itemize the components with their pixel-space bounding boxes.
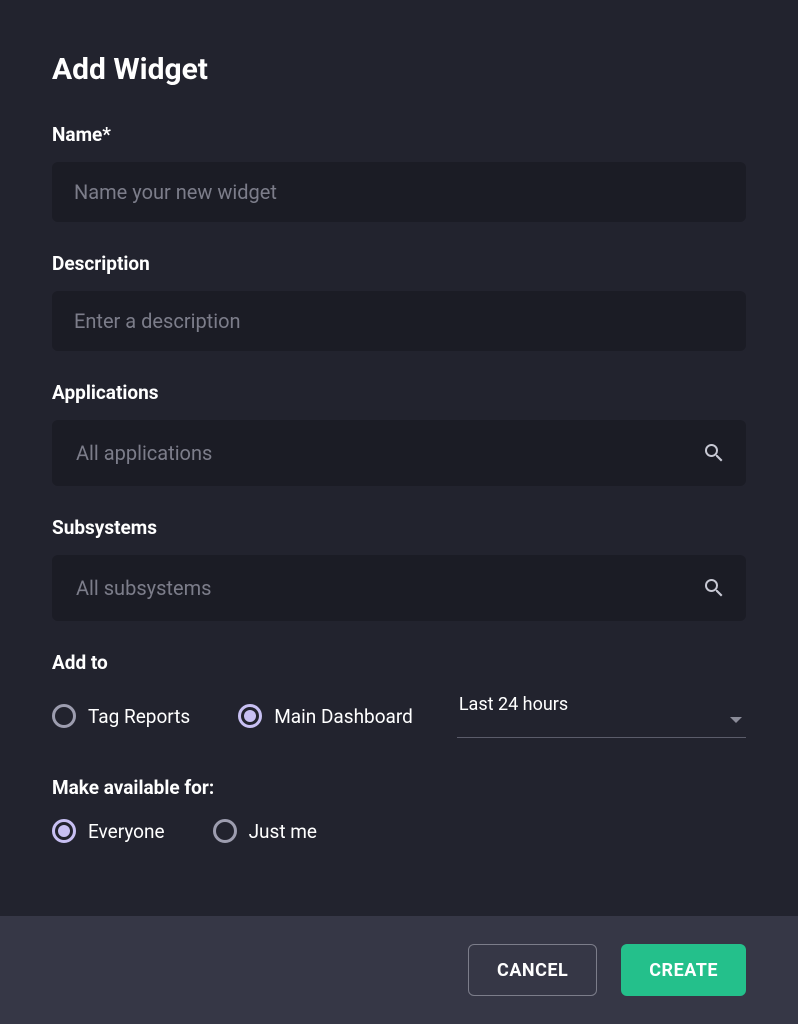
description-field: Description [52,252,746,351]
timeframe-select[interactable]: Last 24 hours [457,694,746,738]
radio-icon [238,704,262,728]
subsystems-combo [52,555,746,621]
description-input[interactable] [52,291,746,351]
search-icon[interactable] [702,576,726,600]
add-to-section: Add to Tag Reports Main Dashboard Last 2… [52,651,746,738]
radio-everyone-label: Everyone [88,820,165,843]
radio-icon [52,704,76,728]
name-input[interactable] [52,162,746,222]
availability-label: Make available for: [52,776,746,799]
radio-just-me[interactable]: Just me [213,819,317,843]
applications-input[interactable] [52,420,746,486]
radio-just-me-label: Just me [249,820,317,843]
subsystems-input[interactable] [52,555,746,621]
search-icon[interactable] [702,441,726,465]
name-label: Name* [52,123,746,146]
add-to-row: Tag Reports Main Dashboard Last 24 hours [52,694,746,738]
dialog-title: Add Widget [52,52,746,87]
dialog-content: Add Widget Name* Description Application… [0,0,798,916]
subsystems-label: Subsystems [52,516,746,539]
subsystems-field: Subsystems [52,516,746,621]
applications-field: Applications [52,381,746,486]
dialog-footer: CANCEL CREATE [0,916,798,1024]
applications-label: Applications [52,381,746,404]
applications-combo [52,420,746,486]
radio-tag-reports-label: Tag Reports [88,705,190,728]
radio-everyone[interactable]: Everyone [52,819,165,843]
description-label: Description [52,252,746,275]
availability-row: Everyone Just me [52,819,746,843]
cancel-button[interactable]: CANCEL [468,944,597,996]
add-to-label: Add to [52,651,746,674]
radio-icon [52,819,76,843]
availability-section: Make available for: Everyone Just me [52,776,746,843]
radio-main-dashboard[interactable]: Main Dashboard [238,704,413,728]
name-field: Name* [52,123,746,222]
timeframe-select-wrap: Last 24 hours [457,694,746,738]
radio-tag-reports[interactable]: Tag Reports [52,704,190,728]
radio-icon [213,819,237,843]
create-button[interactable]: CREATE [621,944,746,996]
radio-main-dashboard-label: Main Dashboard [274,705,413,728]
